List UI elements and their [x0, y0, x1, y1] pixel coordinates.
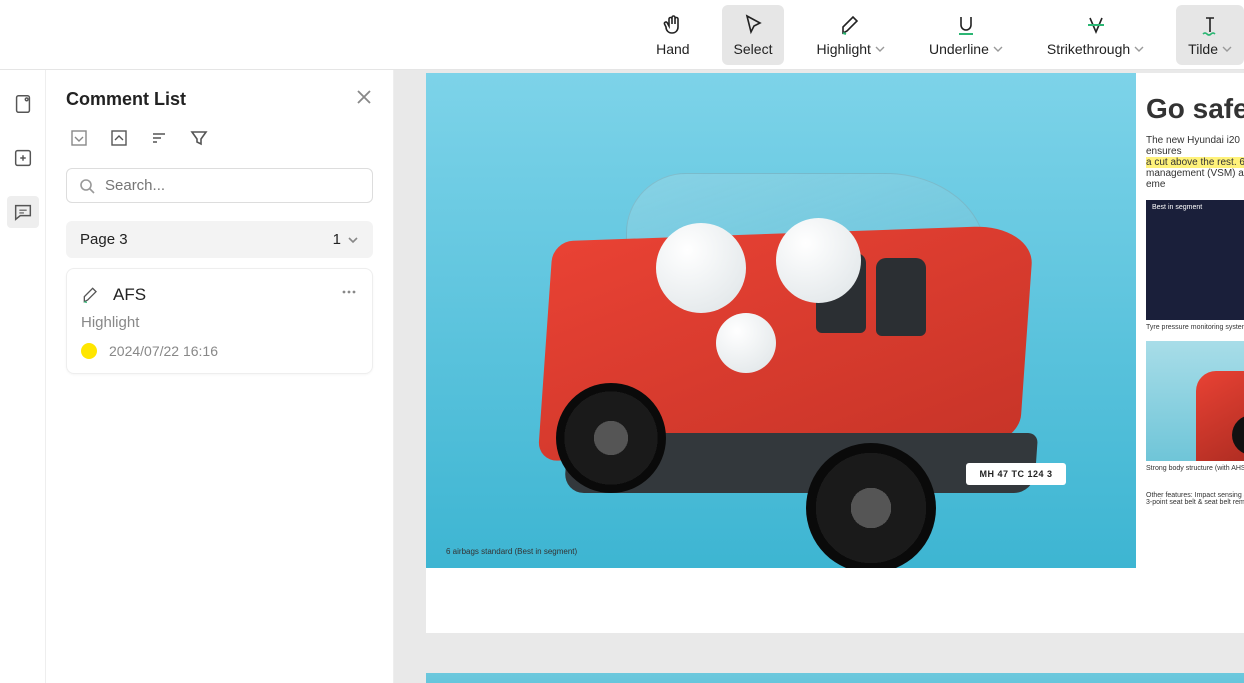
- other-features-2: 3-point seat belt & seat belt remi: [1146, 499, 1244, 506]
- group-count: 1: [333, 231, 359, 248]
- select-label: Select: [734, 41, 773, 57]
- collapse-all-button[interactable]: [110, 129, 128, 152]
- panel-title: Comment List: [66, 89, 186, 110]
- chevron-down-icon: [1134, 44, 1144, 54]
- close-icon: [355, 88, 373, 106]
- comment-type: Highlight: [81, 314, 358, 331]
- more-icon: [340, 283, 358, 301]
- hand-icon: [661, 13, 685, 37]
- select-tool-button[interactable]: Select: [722, 5, 785, 65]
- comments-rail-button[interactable]: [7, 196, 39, 228]
- group-label: Page 3: [80, 231, 128, 248]
- document-viewport[interactable]: MH 47 TC 124 3 6 airbags standard (Best …: [394, 70, 1244, 683]
- highlight-text: Highlight: [816, 41, 870, 57]
- other-features-1: Other features: Impact sensing a: [1146, 492, 1244, 499]
- highlighted-text: a cut above the rest. 6 airbag: [1146, 157, 1244, 168]
- filter-button[interactable]: [190, 129, 208, 152]
- underline-icon: [954, 13, 978, 37]
- left-icon-rail: [0, 70, 46, 683]
- body-line-2: a cut above the rest. 6 airbag: [1146, 157, 1244, 168]
- strikethrough-text: Strikethrough: [1047, 41, 1130, 57]
- search-icon: [79, 178, 95, 194]
- comment-color-swatch: [81, 343, 97, 359]
- license-plate: MH 47 TC 124 3: [966, 463, 1066, 485]
- page-hero-image: MH 47 TC 124 3 6 airbags standard (Best …: [426, 73, 1136, 568]
- comment-list-panel: Comment List Page 3 1 AFS: [46, 70, 394, 683]
- strikethrough-tool-button[interactable]: Strikethrough: [1035, 5, 1156, 65]
- caption-1: Tyre pressure monitoring system (hig: [1146, 324, 1244, 331]
- chevron-down-icon: [1222, 44, 1232, 54]
- thumb-tpms: Best in segment: [1146, 200, 1244, 320]
- highlight-tool-button[interactable]: Highlight: [804, 5, 896, 65]
- highlight-type-icon: [81, 285, 101, 305]
- hand-label: Hand: [656, 41, 689, 57]
- group-count-value: 1: [333, 231, 341, 248]
- bookmark-rail-button[interactable]: [7, 88, 39, 120]
- comment-timestamp: 2024/07/22 16:16: [109, 343, 218, 359]
- hand-tool-button[interactable]: Hand: [644, 5, 701, 65]
- underline-label: Underline: [929, 41, 1003, 57]
- underline-tool-button[interactable]: Underline: [917, 5, 1015, 65]
- search-input[interactable]: [105, 177, 360, 194]
- cursor-icon: [741, 13, 765, 37]
- close-panel-button[interactable]: [355, 88, 373, 111]
- comment-top: AFS: [81, 283, 358, 306]
- pdf-page-3[interactable]: MH 47 TC 124 3 6 airbags standard (Best …: [426, 73, 1244, 633]
- tilde-label: Tilde: [1188, 41, 1232, 57]
- page-text-column: Go safe. The new Hyundai i20 ensures a c…: [1136, 73, 1244, 633]
- comment-card[interactable]: AFS Highlight 2024/07/22 16:16: [66, 268, 373, 374]
- car-graphic: MH 47 TC 124 3: [506, 143, 1066, 543]
- caption-2: Strong body structure (with AHSS an: [1146, 465, 1244, 472]
- highlight-icon: [839, 13, 863, 37]
- highlight-label: Highlight: [816, 41, 884, 57]
- chevron-down-icon: [875, 44, 885, 54]
- tilde-text: Tilde: [1188, 41, 1218, 57]
- page-headline: Go safe.: [1146, 93, 1244, 125]
- comment-menu-button[interactable]: [340, 283, 358, 306]
- chevron-down-icon: [347, 234, 359, 246]
- thumb-body-structure: [1146, 341, 1244, 461]
- pdf-page-4-partial[interactable]: [426, 673, 1244, 683]
- thumb-label: Best in segment: [1152, 204, 1202, 211]
- comment-footer: 2024/07/22 16:16: [81, 343, 358, 359]
- tilde-tool-button[interactable]: Tilde: [1176, 5, 1244, 65]
- expand-all-button[interactable]: [70, 129, 88, 152]
- add-rail-button[interactable]: [7, 142, 39, 174]
- sort-button[interactable]: [150, 129, 168, 152]
- body-line-1: The new Hyundai i20 ensures: [1146, 135, 1244, 157]
- annotation-toolbar: Hand Select Highlight Underline Striketh…: [0, 0, 1244, 70]
- panel-actions: [66, 129, 373, 152]
- main-layout: Comment List Page 3 1 AFS: [0, 70, 1244, 683]
- tilde-icon: [1198, 13, 1222, 37]
- panel-header: Comment List: [66, 88, 373, 111]
- comment-author: AFS: [113, 285, 328, 305]
- chevron-down-icon: [993, 44, 1003, 54]
- body-line-3: management (VSM) and eme: [1146, 168, 1244, 190]
- page-group-header[interactable]: Page 3 1: [66, 221, 373, 258]
- underline-text: Underline: [929, 41, 989, 57]
- search-box[interactable]: [66, 168, 373, 203]
- hero-caption: 6 airbags standard (Best in segment): [446, 547, 577, 556]
- strikethrough-icon: [1084, 13, 1108, 37]
- strikethrough-label: Strikethrough: [1047, 41, 1144, 57]
